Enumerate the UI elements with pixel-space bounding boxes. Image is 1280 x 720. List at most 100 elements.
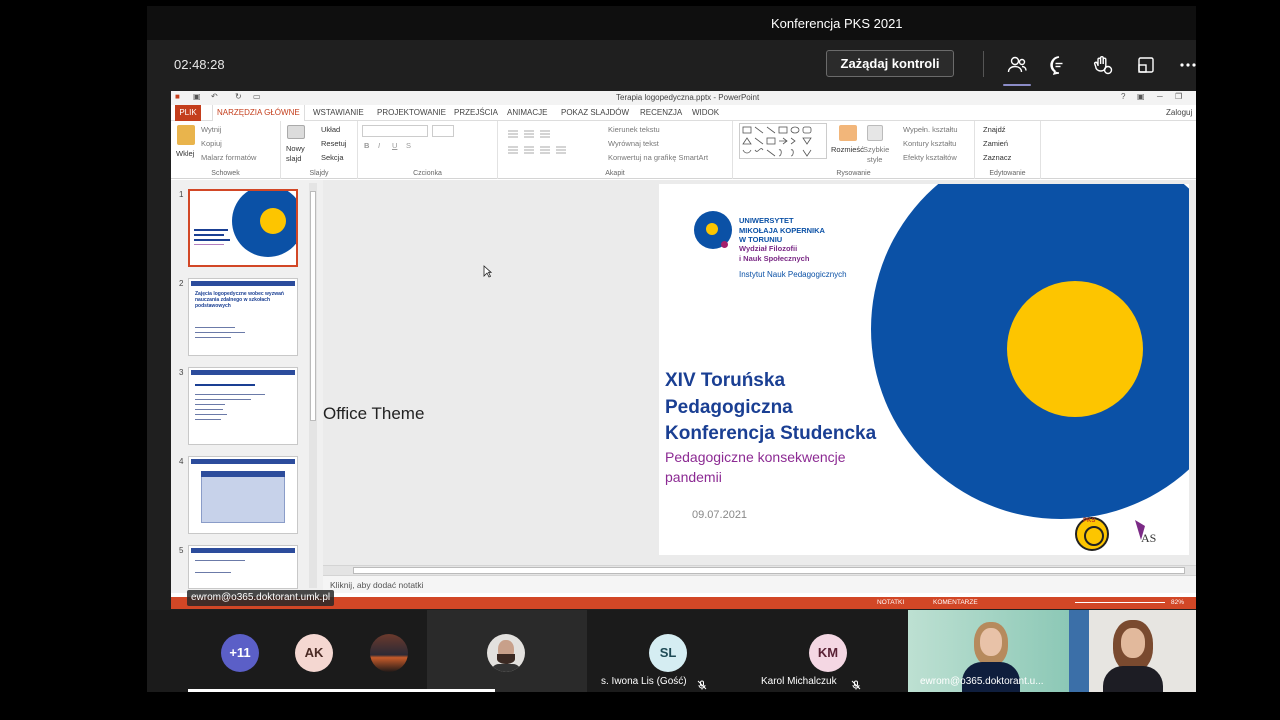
format-painter-button[interactable]: Malarz formatów bbox=[201, 153, 256, 162]
smartart-button[interactable]: Konwertuj na grafikę SmartArt bbox=[608, 153, 708, 162]
participant-tile-photo[interactable] bbox=[347, 610, 427, 692]
tab-review[interactable]: RECENZJA bbox=[640, 108, 682, 117]
quick-styles-icon[interactable] bbox=[867, 125, 883, 141]
slides-panel-scrollbar[interactable] bbox=[309, 183, 317, 588]
layout-icon[interactable] bbox=[1135, 54, 1157, 76]
start-slideshow-icon[interactable]: ▭ bbox=[253, 92, 261, 101]
font-size-select[interactable] bbox=[432, 125, 454, 137]
tab-file[interactable]: PLIK bbox=[175, 105, 201, 121]
select-button[interactable]: Zaznacz bbox=[983, 153, 1011, 162]
tab-view[interactable]: WIDOK bbox=[692, 108, 719, 117]
underline-icon[interactable]: U bbox=[392, 141, 397, 150]
tab-design[interactable]: PROJEKTOWANIE bbox=[377, 108, 446, 117]
as-logo: AS bbox=[1129, 516, 1165, 550]
italic-icon[interactable]: I bbox=[378, 141, 380, 150]
chat-icon[interactable] bbox=[1048, 54, 1070, 76]
notes-placeholder: Kliknij, aby dodać notatki bbox=[330, 580, 424, 590]
participant-video-2[interactable] bbox=[1069, 610, 1196, 692]
align-text-button[interactable]: Wyrównaj tekst bbox=[608, 139, 659, 148]
restore-icon[interactable]: ❐ bbox=[1175, 92, 1182, 101]
new-slide-label-1[interactable]: Nowy bbox=[286, 144, 305, 153]
notes-area[interactable]: Kliknij, aby dodać notatki bbox=[323, 575, 1196, 593]
quick-styles-label-2[interactable]: style bbox=[867, 155, 882, 164]
help-icon[interactable]: ? bbox=[1121, 92, 1125, 101]
pks-logo-text: PKS bbox=[1083, 518, 1096, 524]
shape-effects-button[interactable]: Efekty kształtów bbox=[903, 153, 957, 162]
active-speaker-line bbox=[188, 689, 495, 692]
replace-button[interactable]: Zamień bbox=[983, 139, 1008, 148]
find-button[interactable]: Znajdź bbox=[983, 125, 1006, 134]
new-slide-icon[interactable] bbox=[287, 125, 305, 139]
tab-insert[interactable]: WSTAWIANIE bbox=[313, 108, 364, 117]
copy-button[interactable]: Kopiuj bbox=[201, 139, 222, 148]
paragraph-group-label: Akapit bbox=[605, 170, 625, 177]
slides-group: Nowy slajd Układ Resetuj Sekcja Slajdy bbox=[281, 121, 358, 179]
more-options-icon[interactable] bbox=[1177, 54, 1199, 76]
save-icon[interactable]: ▣ bbox=[193, 92, 201, 101]
avatar: SL bbox=[649, 634, 687, 672]
participant-tile-km[interactable]: KM Karol Michalczuk bbox=[747, 610, 907, 692]
shapes-gallery[interactable] bbox=[739, 123, 827, 159]
minimize-icon[interactable]: ─ bbox=[1157, 92, 1163, 101]
tab-animations[interactable]: ANIMACJE bbox=[507, 108, 547, 117]
slide-edit-area: Office Theme UNIWERSYTET MIKOŁAJA KOPERN… bbox=[323, 180, 1196, 565]
ribbon-options-icon[interactable]: ▣ bbox=[1137, 92, 1145, 101]
slide-thumbnail-3[interactable] bbox=[188, 367, 298, 445]
shadow-icon[interactable]: S bbox=[406, 141, 411, 150]
paragraph-group: Kierunek tekstu Wyrównaj tekst Konwertuj… bbox=[498, 121, 733, 179]
participant-tile-presenter[interactable] bbox=[427, 610, 587, 692]
signin-link[interactable]: Zaloguj bbox=[1166, 108, 1192, 117]
slide-thumbnail-1[interactable] bbox=[188, 189, 298, 267]
slide-horizontal-scrollbar[interactable] bbox=[323, 565, 1196, 575]
arrange-button[interactable]: Rozmieść bbox=[831, 145, 864, 154]
powerpoint-file-title: Terapia logopedyczna.pptx - PowerPoint bbox=[616, 93, 760, 102]
section-button[interactable]: Sekcja bbox=[321, 153, 344, 162]
bold-icon[interactable]: B bbox=[364, 141, 369, 150]
redo-icon[interactable]: ↻ bbox=[235, 92, 242, 101]
tab-home[interactable]: NARZĘDZIA GŁÓWNE bbox=[212, 105, 305, 122]
shape-fill-button[interactable]: Wypełn. kształtu bbox=[903, 125, 958, 134]
new-slide-label-2[interactable]: slajd bbox=[286, 154, 301, 163]
arrange-icon[interactable] bbox=[839, 125, 857, 141]
people-icon[interactable] bbox=[1006, 54, 1028, 76]
zoom-slider[interactable] bbox=[1075, 602, 1165, 603]
person-body bbox=[1103, 666, 1163, 692]
paste-icon[interactable] bbox=[177, 125, 195, 145]
participant-video-ewrom[interactable]: ewrom@o365.doktorant.u... bbox=[908, 610, 1069, 692]
shape-outline-button[interactable]: Kontury kształtu bbox=[903, 139, 956, 148]
cut-button[interactable]: Wytnij bbox=[201, 125, 221, 134]
slide-thumbnail-5[interactable] bbox=[188, 545, 298, 589]
meeting-title: Konferencja PKS 2021 bbox=[771, 16, 903, 31]
current-slide[interactable]: UNIWERSYTET MIKOŁAJA KOPERNIKA W TORUNIU… bbox=[659, 184, 1189, 555]
slide-thumbnail-2[interactable]: Zajęcia logopedyczne wobec wyzwań naucza… bbox=[188, 278, 298, 356]
font-family-select[interactable] bbox=[362, 125, 428, 137]
ribbon: Wklej Wytnij Kopiuj Malarz formatów Scho… bbox=[171, 121, 1196, 179]
undo-icon[interactable]: ↶ bbox=[211, 92, 218, 101]
paragraph-align-icons[interactable] bbox=[506, 127, 596, 157]
meeting-timer: 02:48:28 bbox=[174, 57, 225, 72]
request-control-button[interactable]: Zażądaj kontroli bbox=[826, 50, 954, 77]
svg-text:AS: AS bbox=[1141, 531, 1156, 545]
slide-number: 2 bbox=[179, 279, 184, 288]
layout-button[interactable]: Układ bbox=[321, 125, 340, 134]
conference-title: XIV Toruńska Pedagogiczna Konferencja St… bbox=[665, 370, 877, 444]
participant-tile-ak[interactable]: AK bbox=[257, 610, 357, 692]
participant-tile-sl[interactable]: SL s. Iwona Lis (Gość) bbox=[587, 610, 747, 692]
participant-name: Karol Michalczuk bbox=[761, 676, 837, 687]
notes-toggle[interactable]: NOTATKI bbox=[877, 599, 904, 606]
quick-styles-label-1[interactable]: Szybkie bbox=[863, 145, 889, 154]
mouse-cursor-icon bbox=[483, 265, 493, 283]
text-direction-button[interactable]: Kierunek tekstu bbox=[608, 125, 660, 134]
slide-thumbnail-4[interactable] bbox=[188, 456, 298, 534]
zoom-level[interactable]: 82% bbox=[1171, 599, 1184, 606]
paste-button[interactable]: Wklej bbox=[176, 149, 194, 158]
font-group: B I U S Czcionka bbox=[358, 121, 498, 179]
tab-slideshow[interactable]: POKAZ SLAJDÓW bbox=[561, 108, 629, 117]
mic-off-icon bbox=[851, 677, 861, 690]
ribbon-tabs: PLIK NARZĘDZIA GŁÓWNE WSTAWIANIE PROJEKT… bbox=[171, 105, 1196, 122]
reset-button[interactable]: Resetuj bbox=[321, 139, 346, 148]
title-bar: Konferencja PKS 2021 bbox=[147, 6, 1196, 40]
reactions-icon[interactable] bbox=[1091, 54, 1113, 76]
tab-transitions[interactable]: PRZEJŚCIA bbox=[454, 108, 498, 117]
comments-toggle[interactable]: KOMENTARZE bbox=[933, 599, 978, 606]
